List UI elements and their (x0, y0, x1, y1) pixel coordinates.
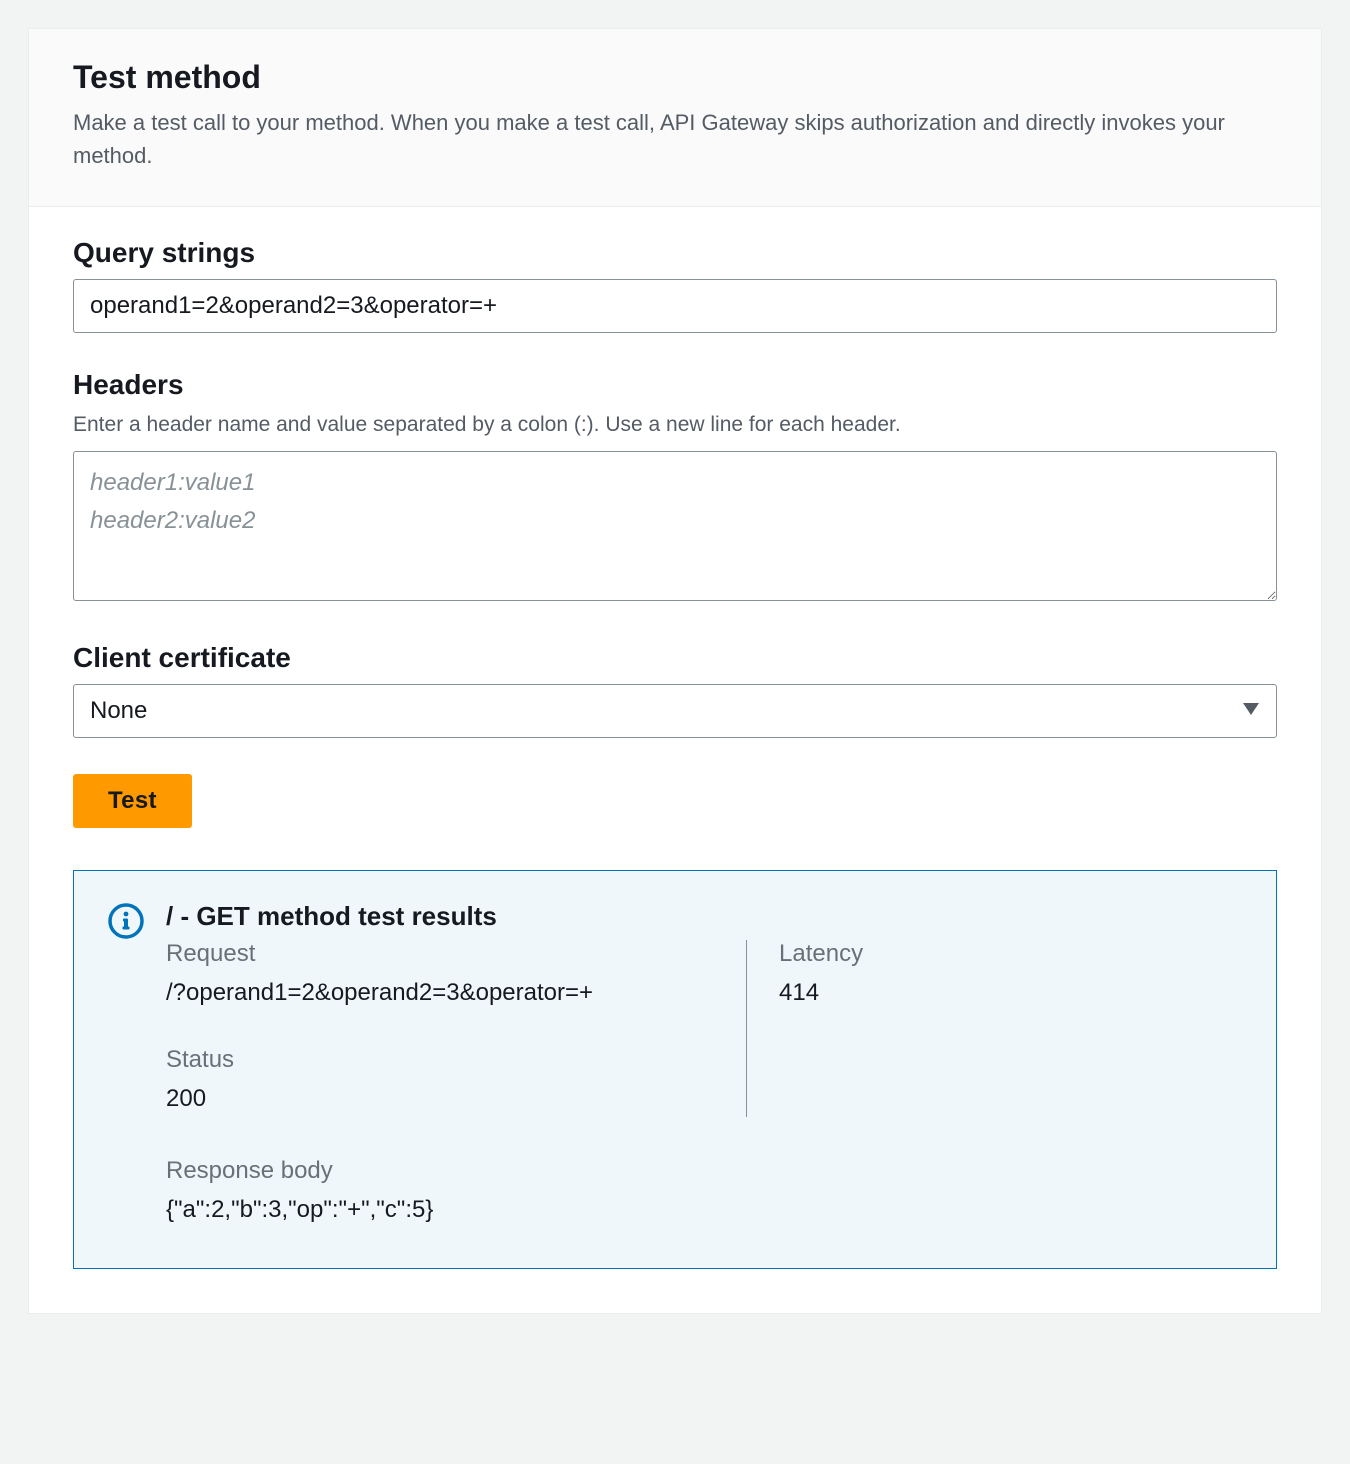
client-certificate-select[interactable]: None (73, 684, 1277, 738)
test-results-box: / - GET method test results Request /?op… (73, 870, 1277, 1269)
status-value: 200 (166, 1080, 714, 1117)
latency-value: 414 (779, 974, 1242, 1011)
headers-label: Headers (73, 369, 1277, 401)
test-button[interactable]: Test (73, 774, 192, 828)
headers-help: Enter a header name and value separated … (73, 411, 1277, 439)
request-value: /?operand1=2&operand2=3&operator=+ (166, 974, 714, 1011)
panel-header: Test method Make a test call to your met… (29, 29, 1321, 207)
info-icon (108, 903, 144, 1228)
status-label: Status (166, 1046, 714, 1074)
request-block: Request /?operand1=2&operand2=3&operator… (166, 940, 714, 1011)
response-body-label: Response body (166, 1157, 1242, 1185)
query-strings-label: Query strings (73, 237, 1277, 269)
test-method-panel: Test method Make a test call to your met… (28, 28, 1322, 1314)
headers-textarea[interactable] (73, 451, 1277, 601)
panel-title: Test method (73, 59, 1277, 96)
status-block: Status 200 (166, 1046, 714, 1117)
panel-description: Make a test call to your method. When yo… (73, 106, 1277, 172)
latency-block: Latency 414 (779, 940, 1242, 1011)
latency-label: Latency (779, 940, 1242, 968)
query-strings-field: Query strings (73, 237, 1277, 333)
test-results-title: / - GET method test results (166, 901, 1242, 932)
test-results-content: / - GET method test results Request /?op… (166, 901, 1242, 1228)
client-certificate-field: Client certificate None (73, 642, 1277, 738)
client-certificate-label: Client certificate (73, 642, 1277, 674)
panel-body: Query strings Headers Enter a header nam… (29, 207, 1321, 1313)
headers-field: Headers Enter a header name and value se… (73, 369, 1277, 606)
response-body-value: {"a":2,"b":3,"op":"+","c":5} (166, 1191, 1242, 1228)
query-strings-input[interactable] (73, 279, 1277, 333)
request-label: Request (166, 940, 714, 968)
response-body-block: Response body {"a":2,"b":3,"op":"+","c":… (166, 1157, 1242, 1228)
